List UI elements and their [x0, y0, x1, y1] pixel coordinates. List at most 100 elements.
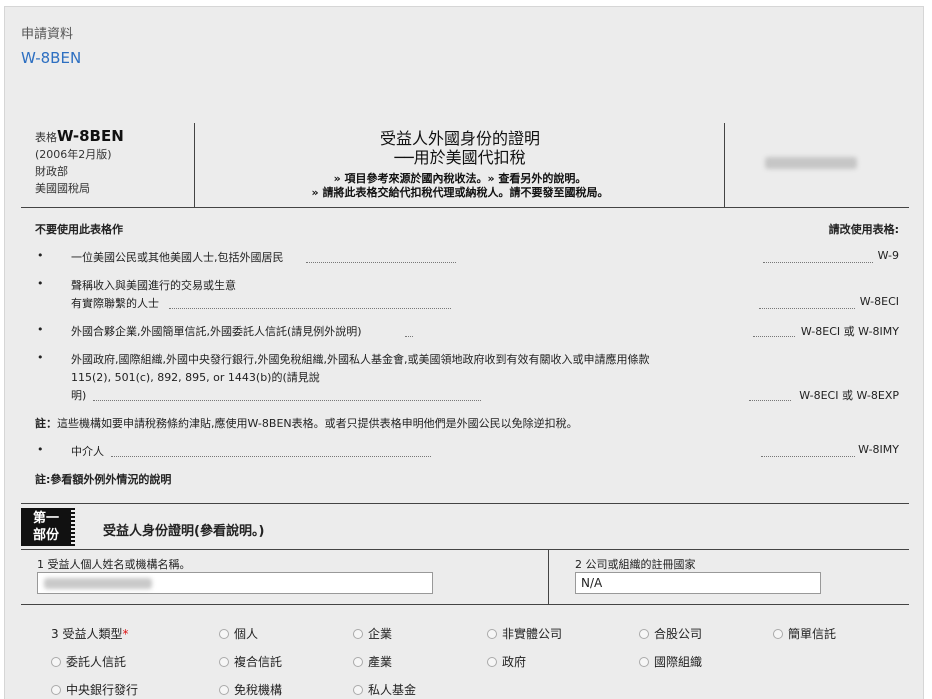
redacted-text [765, 157, 857, 169]
radio-estate[interactable]: 產業 [353, 653, 392, 670]
radio-label: 簡單信託 [788, 627, 837, 641]
radio-government[interactable]: 政府 [487, 653, 526, 670]
form-title: 受益人外國身份的證明 [379, 129, 540, 148]
leader-dots [753, 335, 795, 337]
note-text: 這些機構如要申請稅務條約津貼,應使用W-8BEN表格。或者只提供表格申明他們是外… [57, 417, 578, 430]
form-title-block: 受益人外國身份的證明 ──用於美國代扣稅 » 項目參考來源於國內稅收法。» 查看… [196, 123, 724, 207]
radio-label: 個人 [234, 627, 259, 641]
part1-badge-line-2: 部份 [32, 528, 59, 543]
radio-label: 產業 [368, 655, 393, 669]
radio-circle[interactable] [51, 657, 61, 667]
radio-label: 非實體公司 [502, 627, 563, 641]
form-note-2: » 請將此表格交給代扣稅代理或納稅人。請不要發至國稅局。 [311, 186, 609, 199]
application-page: 申請資料 W-8BEN 表格W-8BEN (2006年2月版) 財政部 美國國稅… [4, 6, 924, 699]
radio-international-org[interactable]: 國際組織 [639, 653, 702, 670]
redacted-name [44, 578, 152, 589]
part1-title: 受益人身份證明(參看說明。) [103, 524, 265, 539]
bullet: • [37, 443, 44, 456]
form-header: 表格W-8BEN (2006年2月版) 財政部 美國國稅局 受益人外國身份的證明… [21, 123, 909, 208]
leader-dots [763, 261, 873, 263]
usage-row-4-line-2: 115(2), 501(c), 892, 895, or 1443(b)的(請見… [71, 371, 320, 384]
radio-label: 企業 [368, 627, 393, 641]
radio-circle[interactable] [639, 629, 649, 639]
radio-label: 免稅機構 [234, 683, 283, 697]
usage-row-2-line-2: 有實際聯繫的人士 [71, 297, 159, 310]
do-not-use-heading: 不要使用此表格作 [35, 223, 123, 236]
form-prefix: 表格 [35, 131, 57, 144]
radio-simple-trust[interactable]: 簡單信託 [773, 625, 836, 642]
radio-circle[interactable] [219, 657, 229, 667]
radio-label: 政府 [502, 655, 527, 669]
field-2-label: 2 公司或組織的註冊國家 [575, 558, 696, 571]
leader-dots [405, 335, 413, 337]
radio-disregarded-entity[interactable]: 非實體公司 [487, 625, 562, 642]
radio-complex-trust[interactable]: 複合信託 [219, 653, 282, 670]
usage-row-3-text: 外國合夥企業,外國簡單信託,外國委託人信託(請見例外說明) [71, 325, 362, 338]
radio-tax-exempt-org[interactable]: 免稅機構 [219, 681, 282, 698]
bullet: • [37, 277, 44, 290]
form-link-w8ben[interactable]: W-8BEN [21, 49, 81, 67]
radio-label: 中央銀行發行 [66, 683, 139, 697]
radio-circle[interactable] [353, 629, 363, 639]
usage-row-4-form: W-8ECI 或 W-8EXP [799, 389, 899, 402]
required-mark: * [122, 627, 129, 641]
form-agency: 美國國稅局 [35, 182, 90, 195]
radio-circle[interactable] [487, 657, 497, 667]
bullet: • [37, 323, 44, 336]
usage-row-1-form: W-9 [877, 249, 899, 262]
part1-fields-row: 1 受益人個人姓名或機構名稱。 2 公司或組織的註冊國家 [21, 549, 909, 605]
part1-badge-edge [71, 508, 75, 546]
usage-row-2-line-1: 聲稱收入與美國進行的交易或生意 [71, 279, 236, 292]
form-revision: (2006年2月版) [35, 148, 112, 161]
radio-central-bank[interactable]: 中央銀行發行 [51, 681, 138, 698]
usage-row-2-form: W-8ECI [859, 295, 899, 308]
form-code: W-8BEN [57, 127, 124, 145]
note-label: 註： [35, 417, 57, 430]
usage-row-1-text: 一位美國公民或其他美國人士,包括外國居民 [71, 251, 284, 264]
part1-badge-line-1: 第一 [32, 511, 59, 526]
radio-label: 委託人信託 [66, 655, 127, 669]
field-3-label-text: 3 受益人類型 [51, 627, 123, 641]
form-document: 表格W-8BEN (2006年2月版) 財政部 美國國稅局 受益人外國身份的證明… [21, 123, 909, 486]
radio-grantor-trust[interactable]: 委託人信託 [51, 653, 126, 670]
radio-circle[interactable] [353, 685, 363, 695]
bullet: • [37, 351, 44, 364]
leader-dots [306, 261, 456, 263]
form-dept: 財政部 [35, 165, 68, 178]
part1-header: 第一 部份 受益人身份證明(參看說明。) [21, 503, 909, 550]
leader-dots [169, 307, 451, 309]
radio-circle[interactable] [639, 657, 649, 667]
leader-dots [749, 399, 791, 401]
radio-circle[interactable] [51, 685, 61, 695]
field-1-cell: 1 受益人個人姓名或機構名稱。 [21, 550, 549, 604]
use-instead-heading: 請改使用表格: [828, 223, 899, 236]
radio-circle[interactable] [219, 629, 229, 639]
radio-circle[interactable] [353, 657, 363, 667]
radio-corporation[interactable]: 企業 [353, 625, 392, 642]
exceptions-footnote: 註:參看額外例外情況的說明 [35, 473, 172, 486]
beneficiary-name-input[interactable] [37, 572, 433, 594]
radio-private-foundation[interactable]: 私人基金 [353, 681, 416, 698]
form-subtitle: ──用於美國代扣稅 [394, 148, 526, 167]
leader-dots [759, 307, 855, 309]
country-of-incorporation-input[interactable] [575, 572, 821, 594]
radio-label: 複合信託 [234, 655, 283, 669]
radio-circle[interactable] [487, 629, 497, 639]
radio-partnership[interactable]: 合股公司 [639, 625, 702, 642]
bullet: • [37, 249, 44, 262]
part1-badge: 第一 部份 [21, 508, 71, 546]
radio-label: 合股公司 [654, 627, 703, 641]
intermediary-text: 中介人 [71, 445, 104, 458]
leader-dots [761, 455, 855, 457]
intermediary-form: W-8IMY [858, 443, 899, 456]
radio-label: 國際組織 [654, 655, 703, 669]
usage-row-4-line-1: 外國政府,國際組織,外國中央發行銀行,外國免稅組織,外國私人基金會,或美國領地政… [71, 353, 650, 366]
radio-circle[interactable] [219, 685, 229, 695]
leader-dots [93, 399, 481, 401]
section-label: 申請資料 [21, 27, 74, 42]
field-1-label: 1 受益人個人姓名或機構名稱。 [37, 558, 191, 571]
usage-note: 註：這些機構如要申請稅務條約津貼,應使用W-8BEN表格。或者只提供表格申明他們… [35, 415, 578, 431]
radio-individual[interactable]: 個人 [219, 625, 258, 642]
leader-dots [111, 455, 431, 457]
radio-circle[interactable] [773, 629, 783, 639]
